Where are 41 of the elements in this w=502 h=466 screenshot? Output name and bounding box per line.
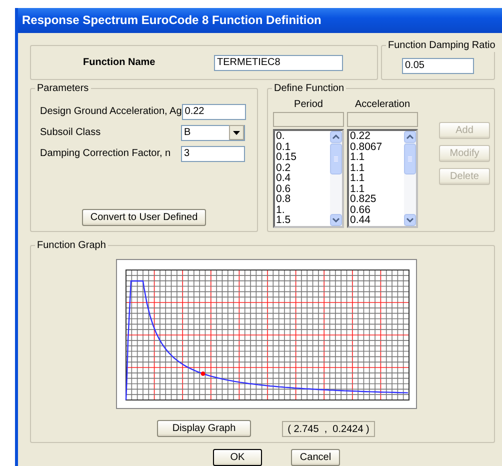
list-item[interactable]: 0. [276,131,330,142]
input-field[interactable]: 3 [181,146,245,162]
list-item[interactable]: 1.1 [350,152,404,162]
dialog-button[interactable]: Cancel [291,449,340,466]
list-item[interactable]: 0.15 [276,152,330,162]
list-item[interactable]: 0.4 [276,173,330,184]
list-item[interactable]: 0.2 [276,162,330,173]
input-field[interactable]: 0.22 [182,104,246,120]
dialog-button[interactable]: OK [213,449,262,466]
coordinate-readout: ( 2.745 , 0.2424 ) [282,420,375,436]
group-title: Function Graph [35,239,108,252]
column-heading: Period [294,98,323,112]
list-item[interactable]: 0.1 [276,142,330,152]
list-item[interactable]: 1. [276,204,330,215]
list-item[interactable]: 0.8067 [350,142,404,152]
field-label: Subsoil Class [40,127,101,138]
scrollbar[interactable] [404,131,416,226]
scrollbar[interactable] [330,131,342,226]
convert-button[interactable]: Convert to User Defined [82,209,206,226]
list-item[interactable]: 1.1 [350,184,404,194]
function-name-field[interactable]: TERMETIEC8 [214,54,343,70]
list-item[interactable]: 0.6 [276,184,330,194]
list-item[interactable]: 1.5 [276,215,330,226]
list-item[interactable]: 1.1 [350,173,404,184]
list-item[interactable]: 0.22 [350,131,404,142]
list-item[interactable]: 0.44 [350,215,404,226]
input-field[interactable] [273,112,344,127]
subsoil-dropdown[interactable]: B [181,124,245,140]
display-graph-button[interactable]: Display Graph [157,420,251,437]
group-title: Function Damping Ratio [386,39,498,52]
list-item[interactable]: 0.8 [276,194,330,204]
list-item[interactable]: 0.825 [350,194,404,204]
damping-ratio-field[interactable]: 0.05 [402,58,474,74]
input-field[interactable] [347,112,418,127]
field-label: Design Ground Acceleration, Ag [40,106,182,117]
window-title: Response Spectrum EuroCode 8 Function Definition [18,8,502,33]
list-item[interactable]: 1.1 [350,162,404,173]
function-name-label: Function Name [83,57,156,68]
field-label: Damping Correction Factor, n [40,148,171,159]
list-item[interactable]: 0.66 [350,204,404,215]
column-heading: Acceleration [354,98,410,112]
